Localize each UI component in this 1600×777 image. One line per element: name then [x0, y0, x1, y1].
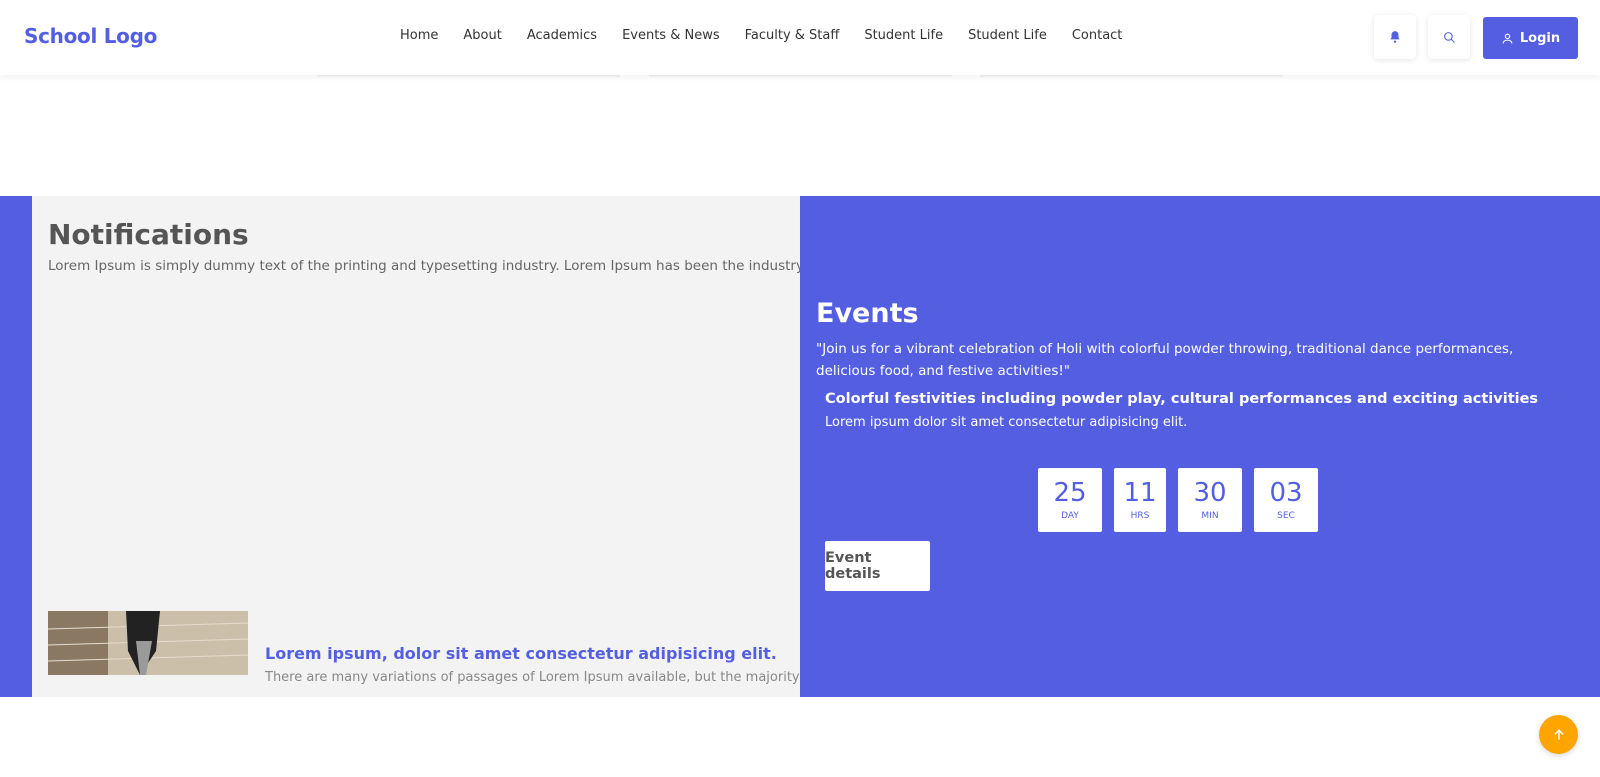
nav-student-life[interactable]: Student Life — [864, 28, 943, 43]
notifications-title: Notifications — [48, 218, 249, 251]
countdown-hours: 11 HRS — [1114, 468, 1166, 532]
site-header: School Logo Home About Academics Events … — [0, 0, 1600, 75]
bell-icon — [1390, 31, 1400, 43]
notifications-panel: Notifications Lorem Ipsum is simply dumm… — [32, 196, 800, 697]
search-button[interactable] — [1428, 15, 1470, 59]
nav-student-life-2[interactable]: Student Life — [968, 28, 1047, 43]
countdown-minutes-value: 30 — [1193, 478, 1227, 508]
scroll-to-top-button[interactable] — [1539, 715, 1578, 754]
nav-home[interactable]: Home — [400, 28, 438, 43]
events-sub-description: Lorem ipsum dolor sit amet consectetur a… — [825, 415, 1188, 430]
event-countdown: 25 DAY 11 HRS 30 MIN 03 SEC — [1038, 468, 1318, 532]
login-label: Login — [1519, 30, 1561, 46]
nav-about[interactable]: About — [463, 28, 501, 43]
countdown-hours-value: 11 — [1123, 478, 1157, 508]
user-icon — [1502, 33, 1513, 43]
nav-events-news[interactable]: Events & News — [622, 28, 720, 43]
countdown-seconds: 03 SEC — [1254, 468, 1318, 532]
nav-faculty-staff[interactable]: Faculty & Staff — [745, 28, 840, 43]
events-quote: "Join us for a vibrant celebration of Ho… — [816, 341, 1514, 379]
countdown-seconds-unit: SEC — [1277, 511, 1295, 521]
countdown-minutes-unit: MIN — [1201, 511, 1219, 521]
countdown-days: 25 DAY — [1038, 468, 1102, 532]
notifications-description: Lorem Ipsum is simply dummy text of the … — [48, 258, 800, 274]
countdown-days-value: 25 — [1053, 478, 1087, 508]
main-nav: Home About Academics Events & News Facul… — [400, 28, 1147, 43]
events-subtitle: Colorful festivities including powder pl… — [825, 391, 1539, 407]
events-title: Events — [816, 298, 919, 329]
event-details-button[interactable]: Event details — [825, 541, 930, 591]
countdown-hours-unit: HRS — [1130, 511, 1150, 521]
events-panel: Events "Join us for a vibrant celebratio… — [816, 196, 1600, 697]
notification-button[interactable] — [1374, 15, 1416, 59]
countdown-days-unit: DAY — [1061, 511, 1079, 521]
search-icon — [1443, 31, 1455, 43]
notification-item-title[interactable]: Lorem ipsum, dolor sit amet consectetur … — [265, 644, 777, 663]
nav-academics[interactable]: Academics — [527, 28, 597, 43]
nav-contact[interactable]: Contact — [1072, 28, 1123, 43]
notification-thumbnail[interactable] — [48, 611, 248, 675]
countdown-seconds-value: 03 — [1269, 478, 1303, 508]
notification-item-text: There are many variations of passages of… — [265, 670, 800, 685]
notifications-events-section: Notifications Lorem Ipsum is simply dumm… — [0, 196, 1600, 697]
school-logo[interactable]: School Logo — [24, 24, 157, 48]
login-button[interactable]: Login — [1483, 17, 1578, 59]
countdown-minutes: 30 MIN — [1178, 468, 1242, 532]
arrow-up-icon — [1553, 728, 1564, 740]
pen-image — [48, 611, 248, 675]
